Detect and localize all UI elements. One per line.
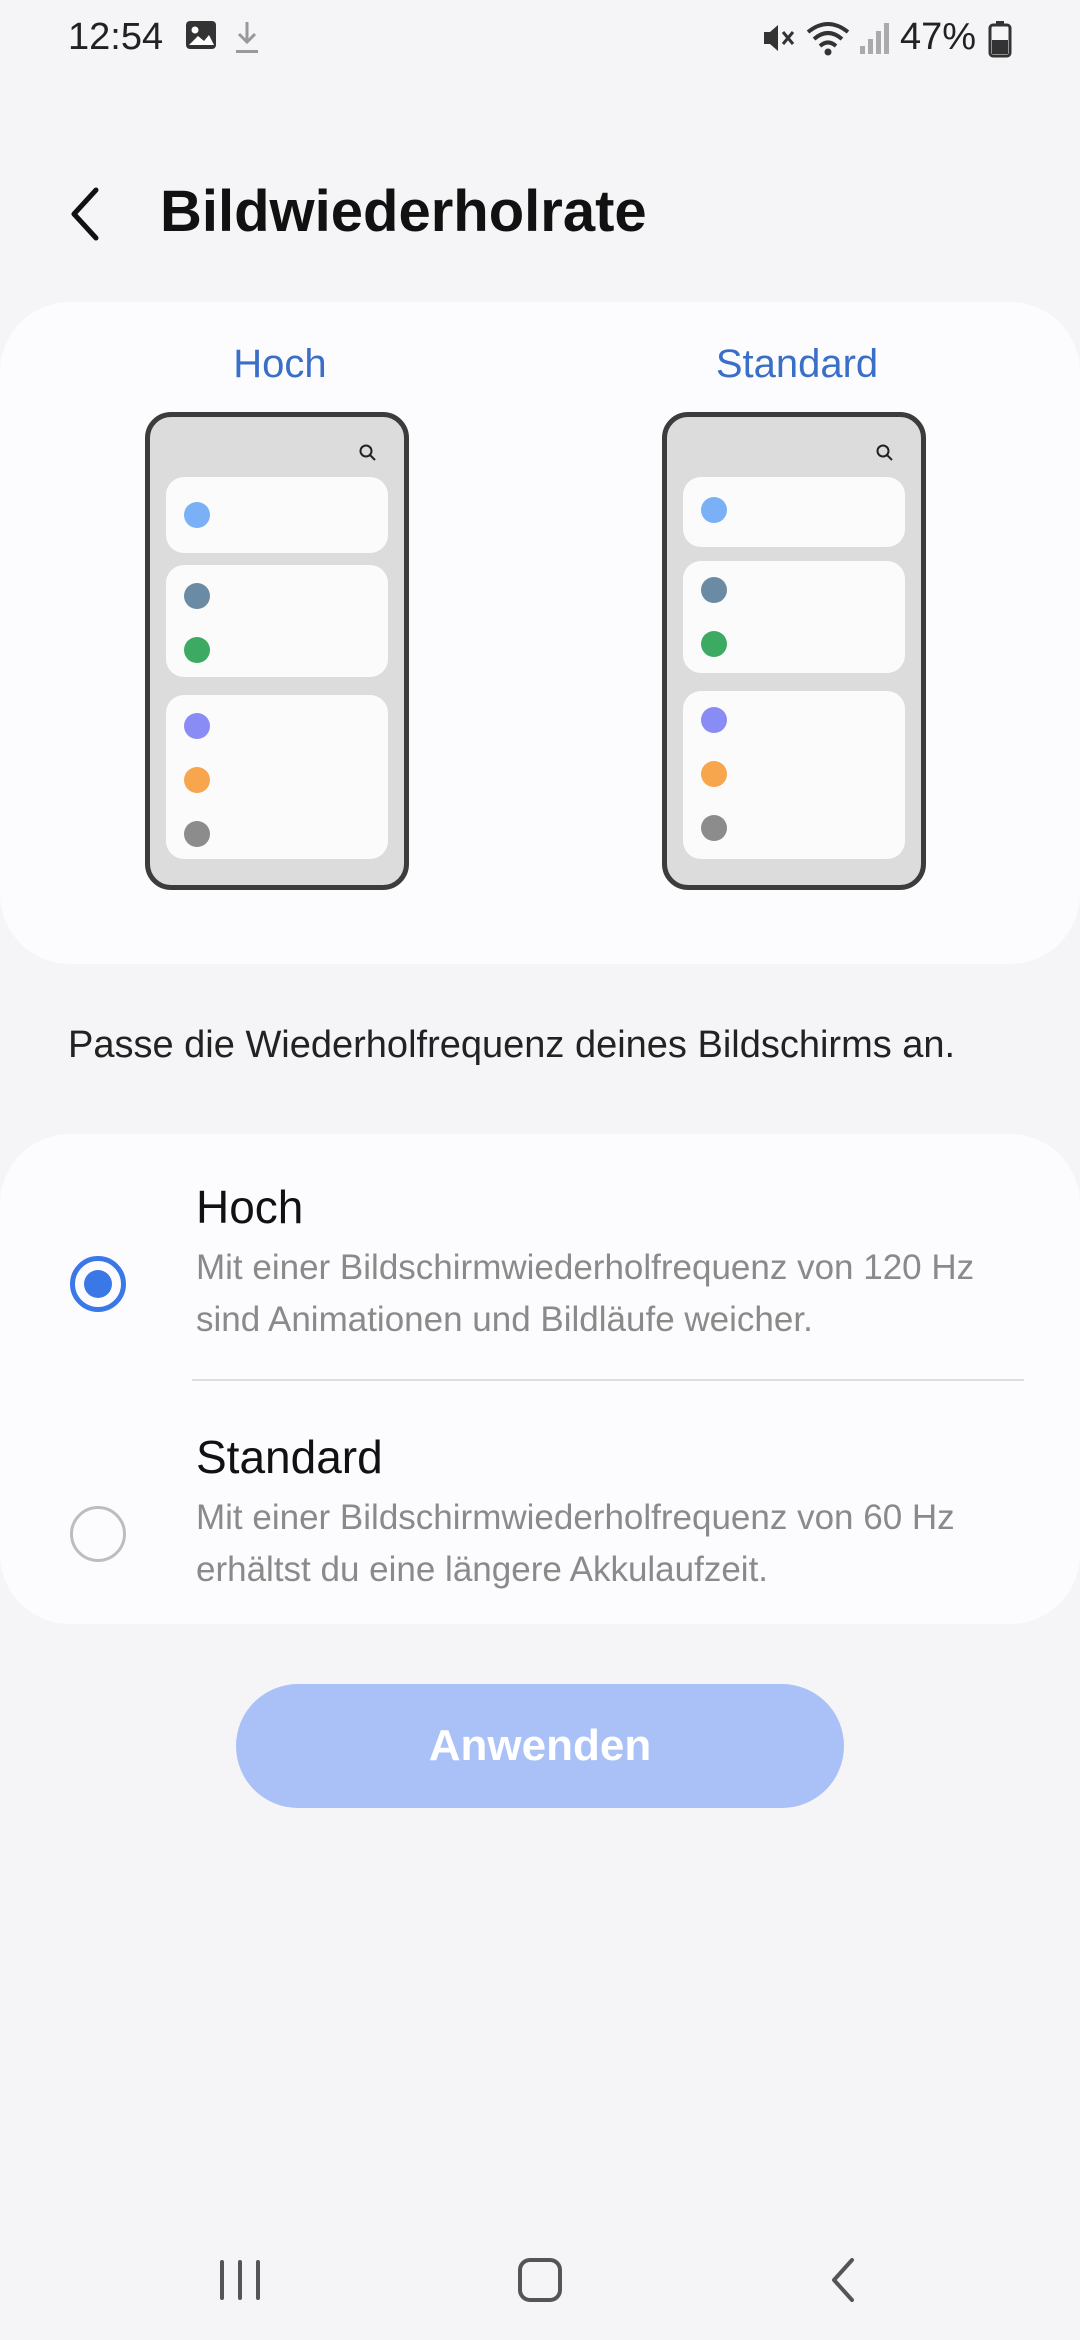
mini-card [166, 565, 388, 677]
signal-icon [860, 23, 889, 54]
preview-phone-high [145, 412, 409, 890]
preview-label-standard: Standard [715, 342, 879, 386]
dot [701, 497, 727, 523]
mini-card [683, 477, 905, 547]
preview-phone-standard [662, 412, 926, 890]
description-text: Passe die Wiederholfrequenz deines Bilds… [68, 1024, 956, 1066]
option-high[interactable]: Hoch Mit einer Bildschirmwiederholfreque… [0, 1160, 1080, 1390]
mini-card [683, 691, 905, 859]
mini-search-icon [359, 444, 376, 461]
dot [184, 502, 210, 528]
mini-card [166, 695, 388, 859]
dot [701, 815, 727, 841]
dot [184, 713, 210, 739]
option-standard[interactable]: Standard Mit einer Bildschirmwiederholfr… [0, 1410, 1080, 1640]
option-title-high: Hoch [196, 1181, 304, 1233]
dot [701, 761, 727, 787]
dot [184, 767, 210, 793]
dot [701, 631, 727, 657]
radio-standard[interactable] [70, 1506, 126, 1562]
dot [184, 821, 210, 847]
battery-percent: 47% [900, 16, 977, 58]
divider [192, 1379, 1024, 1381]
status-time: 12:54 [68, 16, 164, 58]
navigation-bar [0, 2220, 1080, 2340]
refresh-rate-preview-card: Hoch Standard [0, 302, 1080, 964]
status-bar: 12:54 47% [0, 0, 1080, 80]
back-button[interactable] [56, 182, 120, 246]
battery-icon [988, 21, 1012, 58]
download-icon [236, 22, 258, 53]
radio-high[interactable] [70, 1256, 126, 1312]
mini-card [166, 477, 388, 553]
page-title: Bildwiederholrate [160, 179, 647, 244]
gallery-icon [186, 21, 216, 49]
app-header: Bildwiederholrate [0, 160, 1080, 270]
dot [184, 637, 210, 663]
dot [184, 583, 210, 609]
mute-icon [764, 25, 795, 51]
apply-button[interactable]: Anwenden [236, 1684, 844, 1808]
dot [701, 577, 727, 603]
home-icon[interactable] [500, 2240, 580, 2320]
dot [701, 707, 727, 733]
mini-card [683, 561, 905, 673]
option-subtitle-high: Mit einer Bildschirmwiederholfrequenz vo… [196, 1248, 975, 1339]
option-subtitle-standard: Mit einer Bildschirmwiederholfrequenz vo… [196, 1498, 955, 1589]
back-icon[interactable] [806, 2240, 886, 2320]
recent-apps-icon[interactable] [200, 2240, 280, 2320]
mini-search-icon [876, 444, 893, 461]
preview-label-high: Hoch [233, 342, 327, 386]
option-title-standard: Standard [196, 1431, 383, 1483]
wifi-icon [806, 22, 850, 56]
